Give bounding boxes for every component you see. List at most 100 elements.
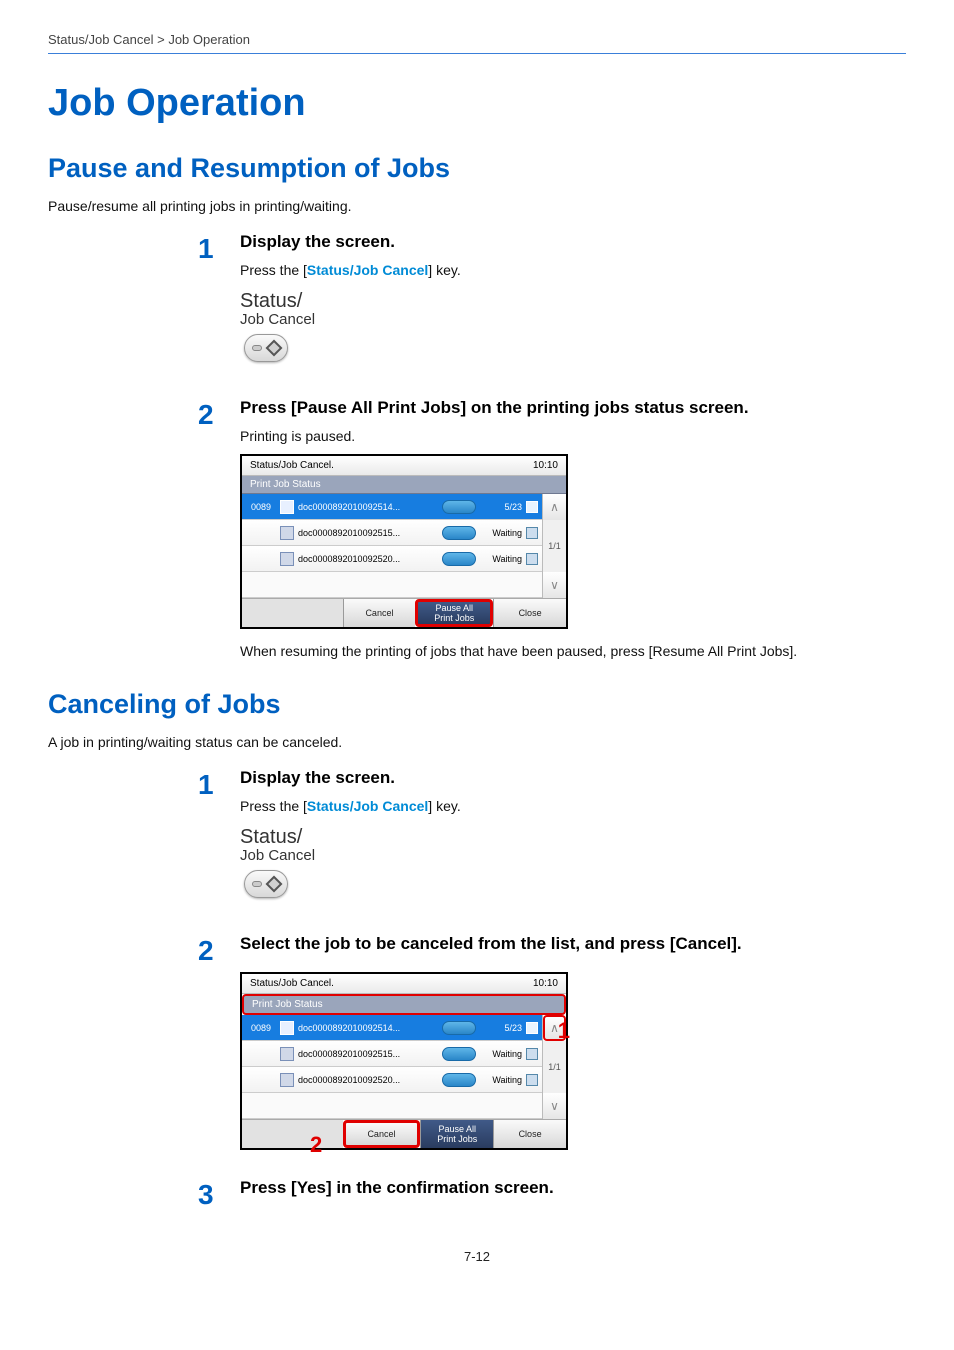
panel-time: 10:10	[533, 978, 558, 989]
section-heading-pause: Pause and Resumption of Jobs	[48, 153, 906, 184]
table-row-empty	[242, 1093, 542, 1119]
job-status: Waiting	[480, 528, 522, 538]
job-number: 0089	[246, 502, 276, 512]
pause-all-print-jobs-button[interactable]: Pause All Print Jobs	[415, 599, 493, 627]
progress-icon	[442, 1047, 476, 1061]
status-icon	[526, 553, 538, 565]
key-label-line1: Status/	[240, 826, 906, 849]
scroll-down-icon[interactable]: ∨	[543, 572, 566, 598]
cancel-step-2: 2 Select the job to be canceled from the…	[198, 934, 906, 1164]
progress-icon	[442, 552, 476, 566]
panel-print-job-status: Status/Job Cancel. 10:10 Print Job Statu…	[240, 972, 568, 1150]
table-row-empty	[242, 572, 542, 598]
page-indicator: 1/1	[543, 520, 566, 572]
job-status: 5/23	[480, 502, 522, 512]
page-indicator: 1/1	[543, 1041, 566, 1093]
job-filename: doc0000892010092514...	[298, 1023, 438, 1033]
table-row[interactable]: doc0000892010092520... Waiting	[242, 1067, 542, 1093]
cancel-step-3: 3 Press [Yes] in the confirmation screen…	[198, 1178, 906, 1209]
cancel-button[interactable]: Cancel	[343, 1120, 421, 1148]
scroll-down-icon[interactable]: ∨	[543, 1093, 566, 1119]
step-number: 3	[198, 1178, 240, 1209]
pause-all-print-jobs-button[interactable]: Pause All Print Jobs	[420, 1120, 493, 1148]
status-job-cancel-key-label: Status/Job Cancel	[307, 262, 428, 278]
file-icon	[280, 552, 294, 566]
file-icon	[280, 1021, 294, 1035]
progress-icon	[442, 500, 476, 514]
status-job-cancel-key-icon	[244, 334, 288, 362]
step-text: Press the [Status/Job Cancel] key.	[240, 262, 906, 278]
table-row[interactable]: doc0000892010092515... Waiting	[242, 1041, 542, 1067]
panel-title: Status/Job Cancel.	[250, 978, 334, 989]
panel-tab[interactable]: Print Job Status	[242, 476, 566, 494]
pause-step-1: 1 Display the screen. Press the [Status/…	[198, 232, 906, 390]
job-filename: doc0000892010092520...	[298, 1075, 438, 1085]
key-illustration: Status/ Job Cancel	[240, 290, 906, 362]
job-filename: doc0000892010092520...	[298, 554, 438, 564]
status-job-cancel-key-label: Status/Job Cancel	[307, 798, 428, 814]
spacer	[242, 1120, 343, 1148]
key-illustration: Status/ Job Cancel	[240, 826, 906, 898]
step-number: 1	[198, 232, 240, 263]
close-button[interactable]: Close	[493, 1120, 566, 1148]
step-heading: Display the screen.	[240, 232, 906, 252]
job-status: Waiting	[480, 1049, 522, 1059]
table-row[interactable]: 0089 doc0000892010092514... 5/23	[242, 494, 542, 520]
status-job-cancel-key-icon	[244, 870, 288, 898]
step-number: 2	[198, 934, 240, 965]
file-icon	[280, 526, 294, 540]
breadcrumb: Status/Job Cancel > Job Operation	[48, 32, 906, 53]
page-number: 7-12	[48, 1249, 906, 1264]
step-after-text: When resuming the printing of jobs that …	[240, 643, 906, 659]
step-subtext: Printing is paused.	[240, 428, 906, 444]
step-text: Press the [Status/Job Cancel] key.	[240, 798, 906, 814]
table-row[interactable]: doc0000892010092520... Waiting	[242, 546, 542, 572]
progress-icon	[442, 1021, 476, 1035]
intro-pause: Pause/resume all printing jobs in printi…	[48, 198, 906, 214]
step-heading: Press [Yes] in the confirmation screen.	[240, 1178, 906, 1198]
callout-1: 1	[558, 1018, 570, 1044]
panel-time: 10:10	[533, 460, 558, 471]
step-number: 2	[198, 398, 240, 429]
job-status: 5/23	[480, 1023, 522, 1033]
pause-step-2: 2 Press [Pause All Print Jobs] on the pr…	[198, 398, 906, 669]
step-heading: Press [Pause All Print Jobs] on the prin…	[240, 398, 906, 418]
panel-title: Status/Job Cancel.	[250, 460, 334, 471]
table-row[interactable]: 0089 doc0000892010092514... 5/23	[242, 1015, 542, 1041]
scroll-up-icon[interactable]: ∧	[543, 494, 566, 520]
panel-tab[interactable]: Print Job Status	[242, 994, 566, 1015]
section-heading-cancel: Canceling of Jobs	[48, 689, 906, 720]
callout-2: 2	[310, 1132, 322, 1158]
job-filename: doc0000892010092515...	[298, 1049, 438, 1059]
cancel-step-1: 1 Display the screen. Press the [Status/…	[198, 768, 906, 926]
step-number: 1	[198, 768, 240, 799]
job-status: Waiting	[480, 1075, 522, 1085]
step-heading: Display the screen.	[240, 768, 906, 788]
table-row[interactable]: doc0000892010092515... Waiting	[242, 520, 542, 546]
job-number: 0089	[246, 1023, 276, 1033]
job-filename: doc0000892010092515...	[298, 528, 438, 538]
divider	[48, 53, 906, 54]
cancel-button[interactable]: Cancel	[343, 599, 416, 627]
key-label-line1: Status/	[240, 290, 906, 313]
file-icon	[280, 500, 294, 514]
file-icon	[280, 1047, 294, 1061]
spacer	[242, 599, 343, 627]
close-button[interactable]: Close	[493, 599, 566, 627]
status-icon	[526, 1048, 538, 1060]
key-label-line2: Job Cancel	[240, 311, 906, 328]
job-status: Waiting	[480, 554, 522, 564]
file-icon	[280, 1073, 294, 1087]
job-filename: doc0000892010092514...	[298, 502, 438, 512]
status-icon	[526, 527, 538, 539]
key-label-line2: Job Cancel	[240, 847, 906, 864]
status-icon	[526, 501, 538, 513]
status-icon	[526, 1074, 538, 1086]
panel-print-job-status: Status/Job Cancel. 10:10 Print Job Statu…	[240, 454, 568, 629]
page-title: Job Operation	[48, 82, 906, 125]
progress-icon	[442, 526, 476, 540]
status-icon	[526, 1022, 538, 1034]
progress-icon	[442, 1073, 476, 1087]
step-heading: Select the job to be canceled from the l…	[240, 934, 906, 954]
intro-cancel: A job in printing/waiting status can be …	[48, 734, 906, 750]
